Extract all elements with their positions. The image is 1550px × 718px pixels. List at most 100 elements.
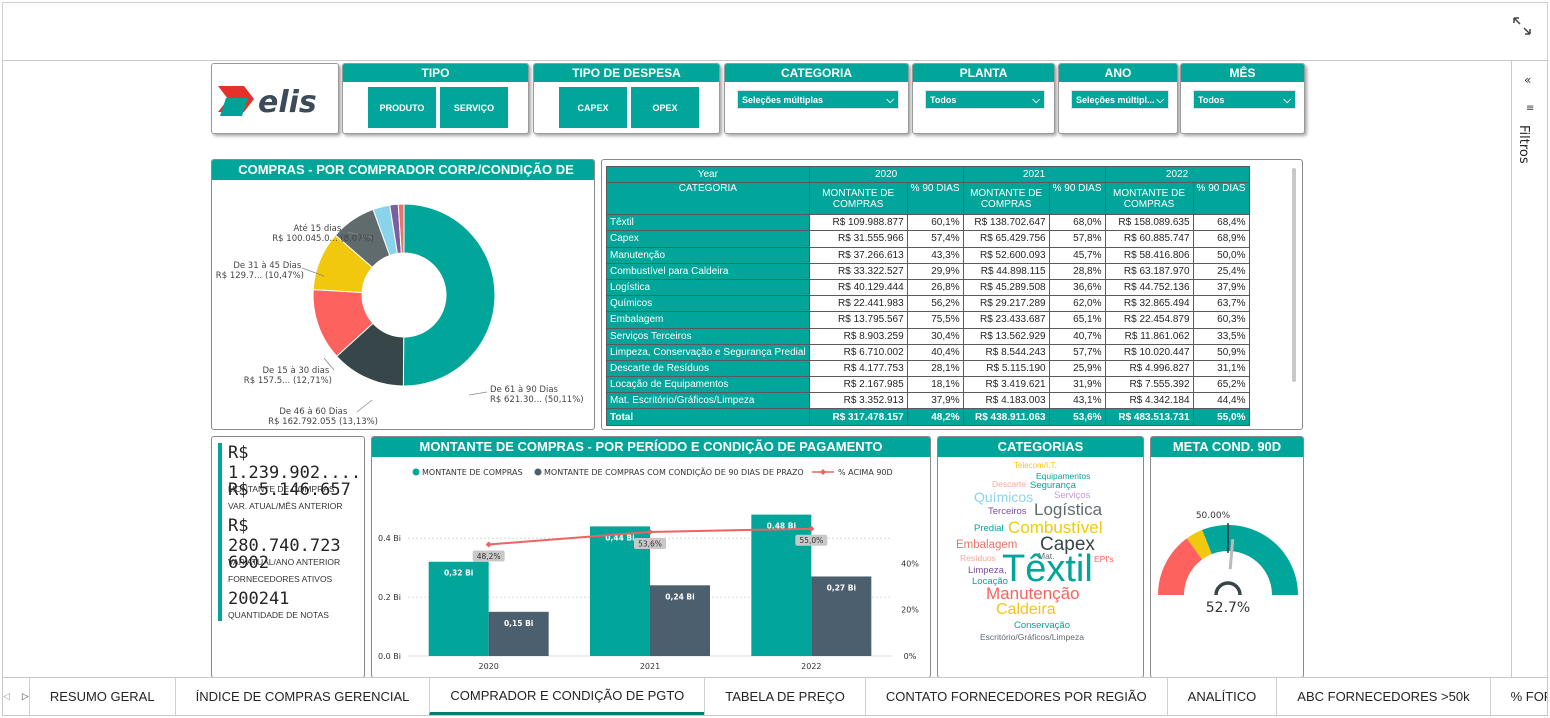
donut-chart[interactable]: Até 15 dias R$ 100.045.0... (8,07%) De 3… [212, 180, 595, 430]
wordcloud-word[interactable]: EPI's [1094, 554, 1114, 564]
tab-page[interactable]: ANALÍTICO [1166, 678, 1277, 715]
wordcloud-word[interactable]: Químicos [974, 489, 1033, 505]
filters-label[interactable]: Filtros [1516, 125, 1531, 164]
table-row-category: Locação de Equipamentos [606, 376, 810, 394]
donut-label-value-ate15: R$ 100.045.0... (8,07%) [272, 234, 374, 244]
despesa-opex-button[interactable]: OPEX [630, 86, 700, 129]
wordcloud-word[interactable]: Terceiros [988, 506, 1027, 517]
mes-dropdown[interactable]: Todos ⌵ [1193, 90, 1296, 109]
kpi-value: R$ 280.740.723 [228, 516, 341, 556]
legend-montante: MONTANTE DE COMPRAS [422, 468, 523, 477]
table-cell: 68,9% [1192, 230, 1250, 248]
slicer-mes: MÊS Todos ⌵ [1180, 63, 1305, 134]
report-top-bar [2, 2, 1548, 60]
tab-page[interactable]: % FORNECEDORES [1489, 678, 1547, 715]
table-cell: R$ 8.903.259 [808, 327, 908, 345]
table-cell: R$ 32.865.494 [1104, 295, 1194, 313]
tipo-servico-button[interactable]: SERVIÇO [439, 86, 509, 129]
tab-page[interactable]: ÍNDICE DE COMPRAS GERENCIAL [174, 678, 430, 715]
matrix-subheader-montante-2021[interactable]: MONTANTE DE COMPRAS [962, 182, 1050, 216]
table-cell: 40,4% [906, 343, 964, 361]
wordcloud-word[interactable]: Logística [1034, 500, 1102, 520]
matrix-header-2021[interactable]: 2021 [962, 165, 1106, 184]
donut-slice[interactable] [402, 203, 496, 387]
table-row[interactable]: Manutenção R$ 37.266.613 43,3% R$ 52.600.09… [606, 246, 1250, 264]
wordcloud-word[interactable]: Conservação [1014, 620, 1070, 631]
table-row[interactable]: Químicos R$ 22.441.983 56,2% R$ 29.217.289 6… [606, 295, 1250, 313]
table-row[interactable]: Mat. Escritório/Gráficos/Limpeza R$ 3.352… [606, 392, 1250, 410]
line-marker[interactable] [485, 541, 492, 548]
table-cell: 60,1% [906, 214, 964, 232]
table-row[interactable]: Limpeza, Conservação e Segurança Predial… [606, 343, 1250, 361]
kpi-panel: R$ 1.239.902.... MONTANTE DE COMPRAS R$ 5.… [211, 436, 365, 677]
wordcloud-word[interactable]: Limpeza, [968, 565, 1007, 576]
slicer-planta: PLANTA Todos ⌵ [912, 63, 1055, 134]
table-row[interactable]: Logística R$ 40.129.444 26,8% R$ 45.289.508… [606, 278, 1250, 297]
category-matrix-table[interactable]: Year 2020 2021 2022 CATEGORIA MONTANTE D… [606, 165, 1250, 426]
matrix-subheader-pct-2022[interactable]: % 90 DIAS [1192, 182, 1250, 216]
tab-page[interactable]: CONTATO FORNECEDORES POR REGIÃO [864, 678, 1167, 715]
table-row[interactable]: Embalagem R$ 13.795.567 75,5% R$ 23.433.687… [606, 311, 1250, 329]
matrix-header-2022[interactable]: 2022 [1104, 165, 1250, 184]
matrix-subheader-pct-2020[interactable]: % 90 DIAS [906, 182, 964, 216]
table-cell: 75,5% [906, 311, 964, 329]
wordcloud-word[interactable]: Escritório/Gráficos/Limpeza [980, 632, 1084, 642]
table-row-category: Mat. Escritório/Gráficos/Limpeza [606, 392, 810, 410]
matrix-subheader-montante-2022[interactable]: MONTANTE DE COMPRAS [1104, 182, 1194, 216]
table-row[interactable]: Locação de Equipamentos R$ 2.167.985 18,1%… [606, 376, 1250, 394]
ano-dropdown[interactable]: Seleções múltipl... ⌵ [1071, 90, 1169, 109]
wordcloud-word[interactable]: Descarte [992, 479, 1026, 489]
slicer-tipo: TIPO PRODUTO SERVIÇO [342, 63, 529, 134]
y2-tick-label: 20% [901, 606, 919, 615]
matrix-header-2020[interactable]: 2020 [808, 165, 964, 184]
table-cell: R$ 44.898.115 [962, 262, 1050, 280]
table-cell: 57,4% [906, 230, 964, 248]
tab-page[interactable]: COMPRADOR E CONDIÇÃO DE PGTO [429, 678, 705, 715]
wordcloud-panel: CATEGORIAS Telecom/I.T. Equipamentos Desca… [937, 436, 1144, 677]
matrix-scrollbar[interactable] [1292, 168, 1296, 382]
logo-card: elis [211, 63, 339, 134]
tab-page[interactable]: RESUMO GERAL [28, 678, 175, 715]
filters-pane[interactable]: « ≡ Filtros [1512, 60, 1548, 678]
table-cell: R$ 13.562.929 [962, 327, 1050, 345]
table-row[interactable]: Serviços Terceiros R$ 8.903.259 30,4% R$ 13… [606, 327, 1250, 345]
tipo-produto-button[interactable]: PRODUTO [367, 86, 437, 129]
slicer-categoria-title: CATEGORIA [725, 64, 908, 82]
tab-page[interactable]: TABELA DE PREÇO [704, 678, 865, 715]
table-row-category: Limpeza, Conservação e Segurança Predial [606, 343, 810, 361]
table-row[interactable]: Combustível para Caldeira R$ 33.322.527 29… [606, 262, 1250, 280]
table-cell: R$ 6.710.002 [808, 343, 908, 361]
donut-label-value-31a45: R$ 129.7... (10,47%) [216, 271, 304, 281]
legend-swatch-montante [412, 468, 420, 476]
wordcloud-word[interactable]: Predial [974, 523, 1004, 534]
kpi-accent-bar [218, 443, 222, 621]
gauge-chart[interactable]: 50.00% 52.7% [1151, 458, 1304, 678]
table-cell: R$ 29.217.289 [962, 295, 1050, 313]
wordcloud-word[interactable]: Resíduos [960, 553, 996, 563]
matrix-subheader-pct-2021[interactable]: % 90 DIAS [1048, 182, 1106, 216]
filter-funnel-icon: ≡ [1526, 103, 1535, 114]
table-row-category: Serviços Terceiros [606, 327, 810, 345]
table-cell: R$ 5.115.190 [962, 359, 1050, 378]
matrix-subheader-montante-2020[interactable]: MONTANTE DE COMPRAS [808, 182, 908, 216]
table-row[interactable]: Capex R$ 31.555.966 57,4% R$ 65.429.756 57,8… [606, 230, 1250, 248]
tab-page[interactable]: ABC FORNECEDORES >50k [1276, 678, 1489, 715]
table-row[interactable]: Têxtil R$ 109.988.877 60,1% R$ 138.702.647 6… [606, 214, 1250, 232]
categoria-dropdown[interactable]: Seleções múltiplas ⌵ [737, 90, 899, 109]
despesa-capex-button[interactable]: CAPEX [558, 86, 628, 129]
table-row[interactable]: Descarte de Resíduos R$ 4.177.753 28,1% R$ … [606, 359, 1250, 378]
tab-prev-icon[interactable]: ◁ [3, 692, 10, 702]
matrix-header-categoria[interactable]: CATEGORIA [606, 182, 810, 216]
collapse-chevron-icon[interactable]: « [1524, 73, 1531, 87]
kpi-card: 200241 QUANTIDADE DE NOTAS [228, 589, 329, 620]
chevron-down-icon: ⌵ [1283, 95, 1291, 106]
planta-dropdown[interactable]: Todos ⌵ [925, 90, 1045, 109]
wordcloud-word[interactable]: Telecom/I.T. [1014, 461, 1057, 470]
period-combo-chart[interactable]: MONTANTE DE COMPRAS MONTANTE DE COMPRAS … [372, 458, 931, 678]
wordcloud-word[interactable]: Caldeira [996, 601, 1056, 619]
wordcloud[interactable]: Telecom/I.T. Equipamentos Descarte Seguranç… [938, 458, 1143, 677]
tab-next-icon[interactable]: ▷ [22, 692, 29, 702]
expand-icon[interactable] [1511, 15, 1533, 37]
donut-label-value-46a60: R$ 162.792.055 (13,13%) [268, 417, 378, 427]
donut-label-name-46a60: De 46 à 60 Dias [279, 407, 348, 417]
